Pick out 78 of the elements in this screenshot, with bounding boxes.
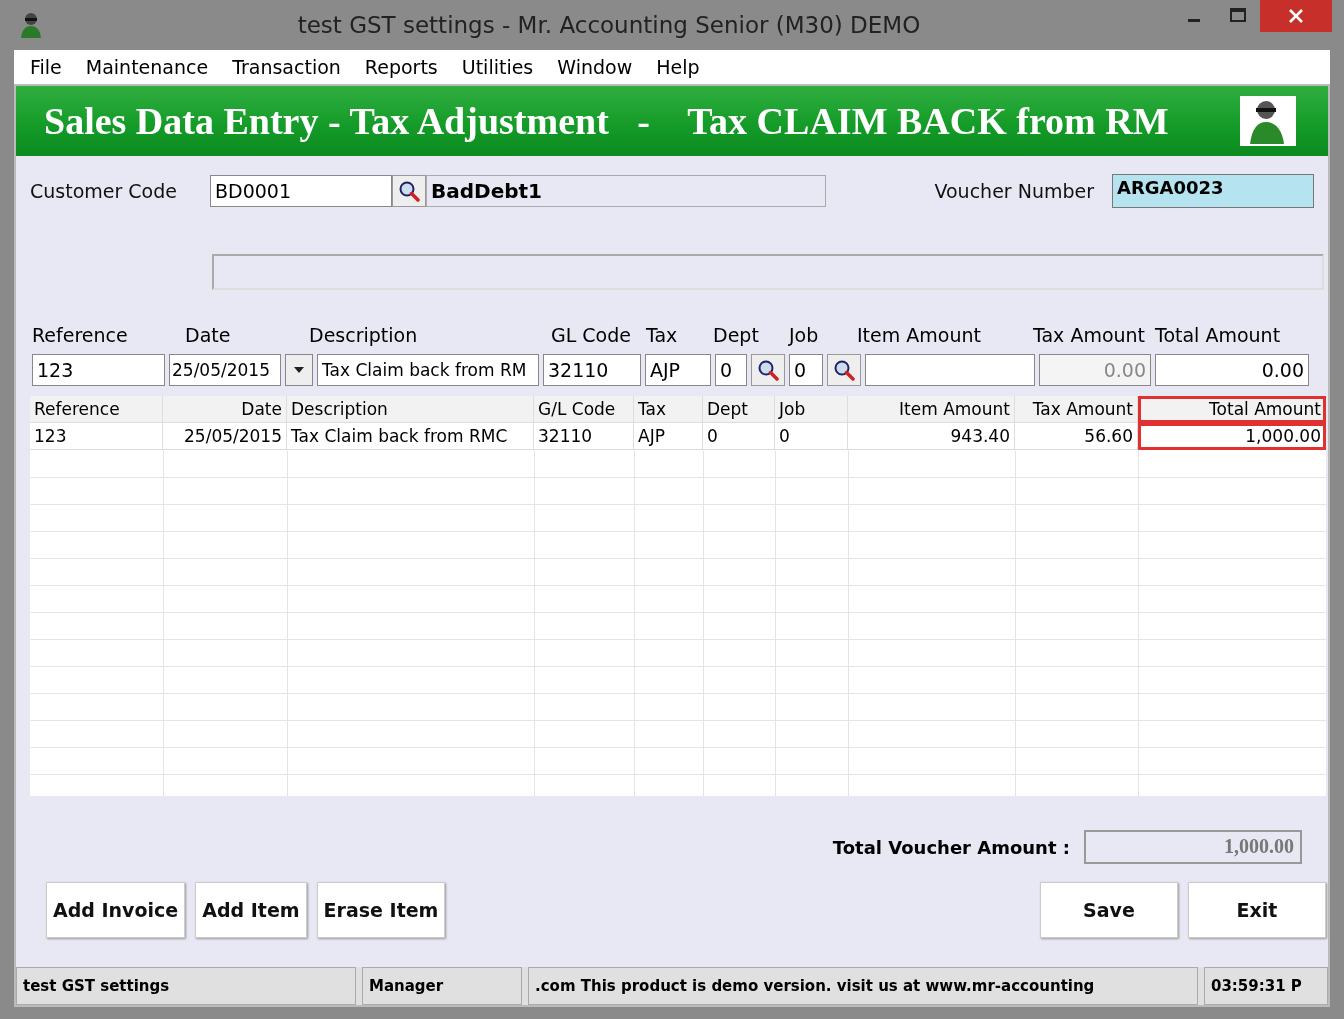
column-label: Job — [789, 324, 820, 346]
close-button[interactable] — [1260, 0, 1332, 32]
table-cell: 56.60 — [1015, 423, 1138, 450]
total-amount-field[interactable]: 0.00 — [1155, 354, 1309, 386]
table-cell: 0 — [775, 423, 848, 450]
column-header[interactable]: G/L Code — [534, 396, 634, 423]
column-label: Date — [185, 324, 232, 346]
table-cell: 1,000.00 — [1138, 423, 1326, 450]
column-header[interactable]: Tax — [634, 396, 703, 423]
status-panel: .com This product is demo version. visit us at www.mr-accounting — [528, 967, 1198, 1005]
minimize-icon — [1188, 18, 1200, 22]
action-button[interactable]: Add Item — [195, 882, 307, 938]
column-header[interactable]: Tax Amount — [1015, 396, 1138, 423]
menu-item[interactable]: Help — [644, 56, 712, 78]
search-button[interactable] — [827, 354, 861, 386]
column-header[interactable]: Item Amount — [848, 396, 1015, 423]
column-header[interactable]: Dept — [703, 396, 775, 423]
table-cell: AJP — [634, 423, 703, 450]
field-label: Customer Code — [30, 180, 178, 202]
action-button[interactable]: Add Invoice — [46, 882, 186, 938]
column-label: Dept — [713, 324, 760, 346]
status-panel: 03:59:31 P — [1204, 967, 1328, 1005]
search-icon — [757, 359, 779, 381]
status-panel: Manager — [362, 967, 522, 1005]
caret-icon — [294, 367, 304, 373]
search-button[interactable] — [751, 354, 785, 386]
column-label: Tax — [646, 324, 679, 346]
menu-item[interactable]: Maintenance — [73, 56, 221, 78]
column-header[interactable]: Date — [163, 396, 287, 423]
menu-item[interactable]: Reports — [352, 56, 450, 78]
column-label: Reference — [32, 324, 129, 346]
banner-title: Sales Data Entry - Tax Adjustment - Tax CLAIM BACK from RM — [44, 99, 1169, 143]
close-icon — [1288, 8, 1304, 24]
column-label: Total Amount — [1155, 324, 1282, 346]
action-button[interactable]: Erase Item — [316, 882, 446, 938]
window-title: test GST settings - Mr. Accounting Senior (M30) DEMO — [296, 12, 922, 38]
description-field[interactable]: Tax Claim back from RM — [317, 354, 539, 386]
table-cell: 123 — [30, 423, 163, 450]
status-panel: test GST settings — [16, 967, 356, 1005]
address-field[interactable] — [212, 254, 1324, 290]
column-label: GL Code — [551, 324, 632, 346]
reference-field[interactable]: 123 — [32, 354, 165, 386]
gl-code-field[interactable]: 32110 — [543, 354, 641, 386]
table-cell: 32110 — [534, 423, 634, 450]
column-header[interactable]: Description — [287, 396, 534, 423]
action-button[interactable]: Save — [1040, 882, 1178, 938]
column-label: Item Amount — [857, 324, 982, 346]
column-label: Tax Amount — [1033, 324, 1147, 346]
search-icon — [833, 359, 855, 381]
table-cell: 943.40 — [848, 423, 1015, 450]
field-label: Voucher Number — [934, 180, 1094, 202]
dept-field[interactable]: 0 — [715, 354, 747, 386]
table-cell: Tax Claim back from RMC — [287, 423, 534, 450]
voucher-number-field[interactable]: ARGA0023 — [1112, 174, 1314, 208]
date-dropdown[interactable] — [285, 354, 313, 386]
column-header[interactable]: Reference — [30, 396, 163, 423]
total-label: Total Voucher Amount : — [832, 836, 1070, 858]
menu-item[interactable]: Transaction — [220, 56, 353, 78]
tax-field[interactable]: AJP — [645, 354, 711, 386]
menu-item[interactable]: Utilities — [449, 56, 546, 78]
column-header[interactable]: Total Amount — [1138, 396, 1326, 423]
menu-item[interactable]: Window — [545, 56, 645, 78]
table-cell: 25/05/2015 — [163, 423, 287, 450]
person-icon — [1240, 96, 1296, 146]
search-icon — [398, 180, 420, 202]
table-cell: 0 — [703, 423, 775, 450]
total-voucher-amount-field: 1,000.00 — [1084, 830, 1302, 864]
column-label: Description — [309, 324, 419, 346]
customer-code-field[interactable]: BD0001 — [210, 175, 392, 207]
search-button[interactable] — [392, 175, 426, 207]
job-field[interactable]: 0 — [789, 354, 823, 386]
item-amount-field[interactable] — [865, 354, 1035, 386]
menu-item[interactable]: File — [18, 56, 74, 78]
maximize-icon — [1230, 8, 1246, 22]
date-field[interactable]: 25/05/2015 — [169, 354, 281, 386]
column-header[interactable]: Job — [775, 396, 848, 423]
action-button[interactable]: Exit — [1188, 882, 1326, 938]
customer-name-field: BadDebt1 — [426, 175, 826, 207]
